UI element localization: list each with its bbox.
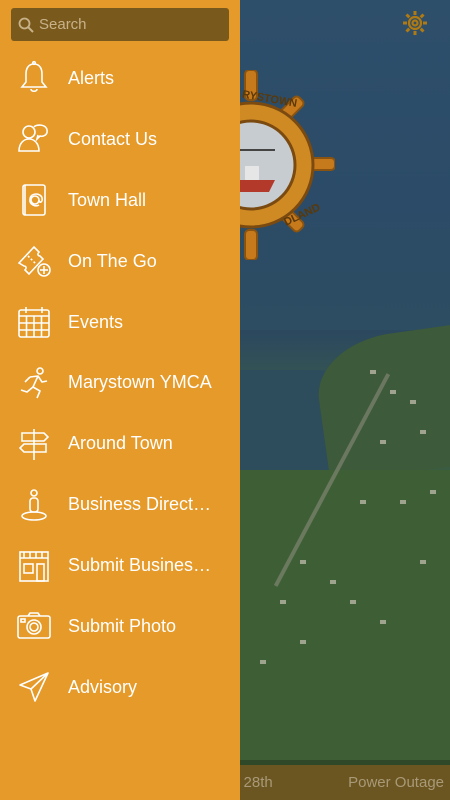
menu-item-town-hall[interactable]: Town Hall xyxy=(0,170,240,231)
menu-label: Town Hall xyxy=(68,189,147,210)
menu-item-business-directory[interactable]: Business Direct… xyxy=(0,474,240,535)
menu-item-contact-us[interactable]: Contact Us xyxy=(0,109,240,170)
signpost-icon xyxy=(16,426,52,462)
search-placeholder: Search xyxy=(39,16,87,33)
search-icon xyxy=(18,17,34,33)
search-field[interactable]: Search xyxy=(11,8,229,41)
bell-icon xyxy=(16,60,52,96)
menu-item-alerts[interactable]: Alerts xyxy=(0,48,240,109)
calendar-icon xyxy=(16,304,52,340)
menu-item-marystown-ymca[interactable]: Marystown YMCA xyxy=(0,352,240,413)
menu-item-advisory[interactable]: Advisory xyxy=(0,657,240,718)
settings-gear-icon[interactable] xyxy=(402,10,428,36)
person-pin-icon xyxy=(16,487,52,523)
ticker-right-text: Power Outage xyxy=(348,774,444,791)
menu-label: On The Go xyxy=(68,250,157,271)
menu-label: Contact Us xyxy=(68,128,158,149)
menu-item-submit-photo[interactable]: Submit Photo xyxy=(0,596,240,657)
menu-item-on-the-go[interactable]: On The Go xyxy=(0,231,240,292)
menu-label: Alerts xyxy=(68,67,115,88)
camera-icon xyxy=(16,608,52,644)
storefront-icon xyxy=(16,548,52,584)
ticket-plus-icon xyxy=(16,243,52,279)
paper-plane-icon xyxy=(16,669,52,705)
menu-label: Submit Photo xyxy=(68,615,177,636)
menu-label: Around Town xyxy=(68,433,173,454)
menu-label: Business Direct… xyxy=(68,494,212,515)
menu-label: Advisory xyxy=(68,676,138,697)
address-book-icon xyxy=(16,182,52,218)
chat-people-icon xyxy=(16,121,52,157)
menu-label: Marystown YMCA xyxy=(68,372,212,393)
menu-label: Submit Busines… xyxy=(68,555,212,576)
menu-item-submit-business[interactable]: Submit Busines… xyxy=(0,535,240,596)
menu-list: Alerts Contact Us Town Hall On The Go Ev… xyxy=(0,48,240,718)
menu-item-events[interactable]: Events xyxy=(0,292,240,353)
runner-icon xyxy=(16,365,52,401)
side-menu: Search Alerts Contact Us Town Hall On Th… xyxy=(0,0,240,800)
menu-item-around-town[interactable]: Around Town xyxy=(0,413,240,474)
menu-label: Events xyxy=(68,311,124,332)
